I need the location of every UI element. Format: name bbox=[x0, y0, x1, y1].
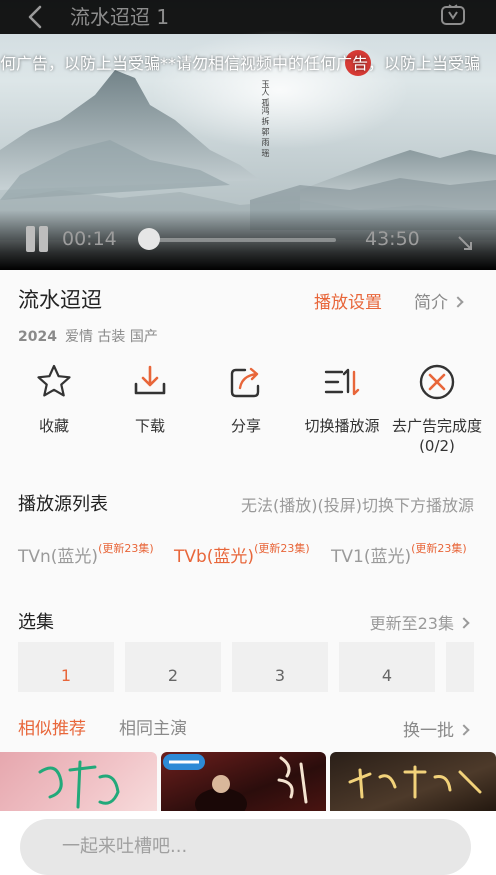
remove-ad-label: 去广告完成度 (0/2) bbox=[387, 416, 487, 456]
detail-panel: 流水迢迢 播放设置 简介 2024 爱情 古装 国产 收藏 下载 分享 切换播放… bbox=[0, 270, 496, 875]
episode-update-label: 更新至23集 bbox=[369, 614, 454, 633]
recommend-poster[interactable] bbox=[161, 752, 326, 812]
recommend-posters bbox=[0, 752, 496, 812]
episode-list: 1 2 3 4 bbox=[18, 642, 496, 692]
player-controls: 00:14 43:50 bbox=[0, 222, 496, 258]
show-meta: 2024 爱情 古装 国产 bbox=[18, 326, 158, 346]
episode-title: 选集 bbox=[18, 612, 54, 633]
source-item-tv1[interactable]: TV1(蓝光)(更新23集) bbox=[331, 542, 467, 567]
download-button[interactable]: 下载 bbox=[100, 362, 200, 436]
episode-item-partial[interactable] bbox=[446, 642, 474, 692]
source-name: TV1(蓝光) bbox=[331, 547, 412, 567]
video-frame-calligraphy: 玉人 孤鸿 拆 郭 雨 瑶 bbox=[261, 80, 270, 157]
tv-cast-icon bbox=[441, 4, 465, 25]
favorite-label: 收藏 bbox=[38, 417, 69, 435]
show-title: 流水迢迢 bbox=[18, 288, 102, 312]
intro-label: 简介 bbox=[414, 293, 448, 313]
switch-source-label: 切换播放源 bbox=[304, 417, 380, 435]
refresh-label: 换一批 bbox=[403, 721, 454, 741]
back-button[interactable] bbox=[24, 4, 52, 32]
fullscreen-icon bbox=[458, 236, 472, 250]
remove-ad-icon bbox=[419, 364, 455, 400]
switch-source-icon bbox=[324, 368, 360, 396]
chevron-right-icon bbox=[458, 724, 470, 736]
episode-item[interactable]: 2 bbox=[125, 642, 221, 692]
progress-track[interactable] bbox=[150, 238, 336, 242]
back-arrow-icon bbox=[28, 5, 42, 29]
poster-art bbox=[348, 765, 482, 799]
source-list: TVn(蓝光)(更新23集) TVb(蓝光)(更新23集) TV1(蓝光)(更新… bbox=[18, 542, 488, 572]
episode-item[interactable]: 4 bbox=[339, 642, 435, 692]
pause-button[interactable] bbox=[24, 226, 52, 252]
episode-update-link[interactable]: 更新至23集 bbox=[369, 610, 470, 634]
chevron-right-icon bbox=[452, 296, 464, 308]
source-name: TVn(蓝光) bbox=[18, 547, 99, 567]
action-row: 收藏 下载 分享 切换播放源 去广告完成度 (0/2) bbox=[0, 362, 496, 462]
episode-item[interactable]: 3 bbox=[232, 642, 328, 692]
source-badge: (更新23集) bbox=[411, 542, 467, 555]
progress-thumb[interactable] bbox=[138, 228, 160, 250]
source-item-tvb[interactable]: TVb(蓝光)(更新23集) bbox=[174, 542, 310, 567]
source-badge: (更新23集) bbox=[254, 542, 310, 555]
comment-bar: 一起来吐槽吧... bbox=[0, 811, 496, 875]
page: 玉人 孤鸿 拆 郭 雨 瑶 何广告，以防上当受骗**请勿相信视频中的任何广告，以… bbox=[0, 0, 496, 875]
intro-link[interactable]: 简介 bbox=[414, 288, 464, 313]
video-title: 流水迢迢 1 bbox=[70, 5, 170, 29]
show-tags: 爱情 古装 国产 bbox=[64, 329, 158, 345]
fullscreen-button[interactable] bbox=[456, 234, 474, 252]
recommend-poster[interactable] bbox=[0, 752, 157, 812]
comment-input[interactable]: 一起来吐槽吧... bbox=[20, 819, 471, 875]
source-badge: (更新23集) bbox=[98, 542, 154, 555]
share-label: 分享 bbox=[230, 417, 261, 435]
poster-calligraphy bbox=[38, 760, 120, 809]
poster-art bbox=[163, 754, 308, 812]
star-icon bbox=[37, 364, 71, 397]
refresh-recommend-link[interactable]: 换一批 bbox=[403, 716, 470, 741]
remove-ad-progress: (0/2) bbox=[419, 437, 455, 455]
favorite-button[interactable]: 收藏 bbox=[4, 362, 104, 436]
total-time: 43:50 bbox=[365, 228, 420, 250]
tab-same-cast[interactable]: 相同主演 bbox=[119, 714, 187, 739]
remove-ad-button[interactable]: 去广告完成度 (0/2) bbox=[387, 362, 487, 456]
tab-similar[interactable]: 相似推荐 bbox=[18, 714, 86, 739]
source-item-tvn[interactable]: TVn(蓝光)(更新23集) bbox=[18, 542, 154, 567]
switch-source-button[interactable]: 切换播放源 bbox=[292, 362, 392, 436]
remove-ad-text: 去广告完成度 bbox=[391, 417, 482, 435]
play-settings-link[interactable]: 播放设置 bbox=[314, 288, 382, 313]
share-icon bbox=[230, 367, 260, 398]
tv-cast-button[interactable] bbox=[440, 4, 466, 28]
pause-icon bbox=[26, 226, 35, 252]
source-list-title: 播放源列表 bbox=[18, 494, 108, 515]
recommend-poster[interactable] bbox=[330, 752, 496, 812]
source-list-hint: 无法(播放)(投屏)切换下方播放源 bbox=[241, 496, 474, 515]
episode-item[interactable]: 1 bbox=[18, 642, 114, 692]
chevron-right-icon bbox=[458, 617, 470, 629]
video-player[interactable]: 玉人 孤鸿 拆 郭 雨 瑶 何广告，以防上当受骗**请勿相信视频中的任何广告，以… bbox=[0, 0, 496, 270]
download-label: 下载 bbox=[134, 417, 165, 435]
share-button[interactable]: 分享 bbox=[196, 362, 296, 436]
show-year: 2024 bbox=[18, 329, 57, 345]
pause-icon-bar bbox=[39, 226, 48, 252]
download-icon bbox=[134, 365, 166, 395]
source-name: TVb(蓝光) bbox=[174, 547, 255, 567]
current-time: 00:14 bbox=[62, 228, 117, 250]
ad-warning-marquee: 何广告，以防上当受骗**请勿相信视频中的任何广告，以防上当受骗 bbox=[0, 54, 481, 73]
